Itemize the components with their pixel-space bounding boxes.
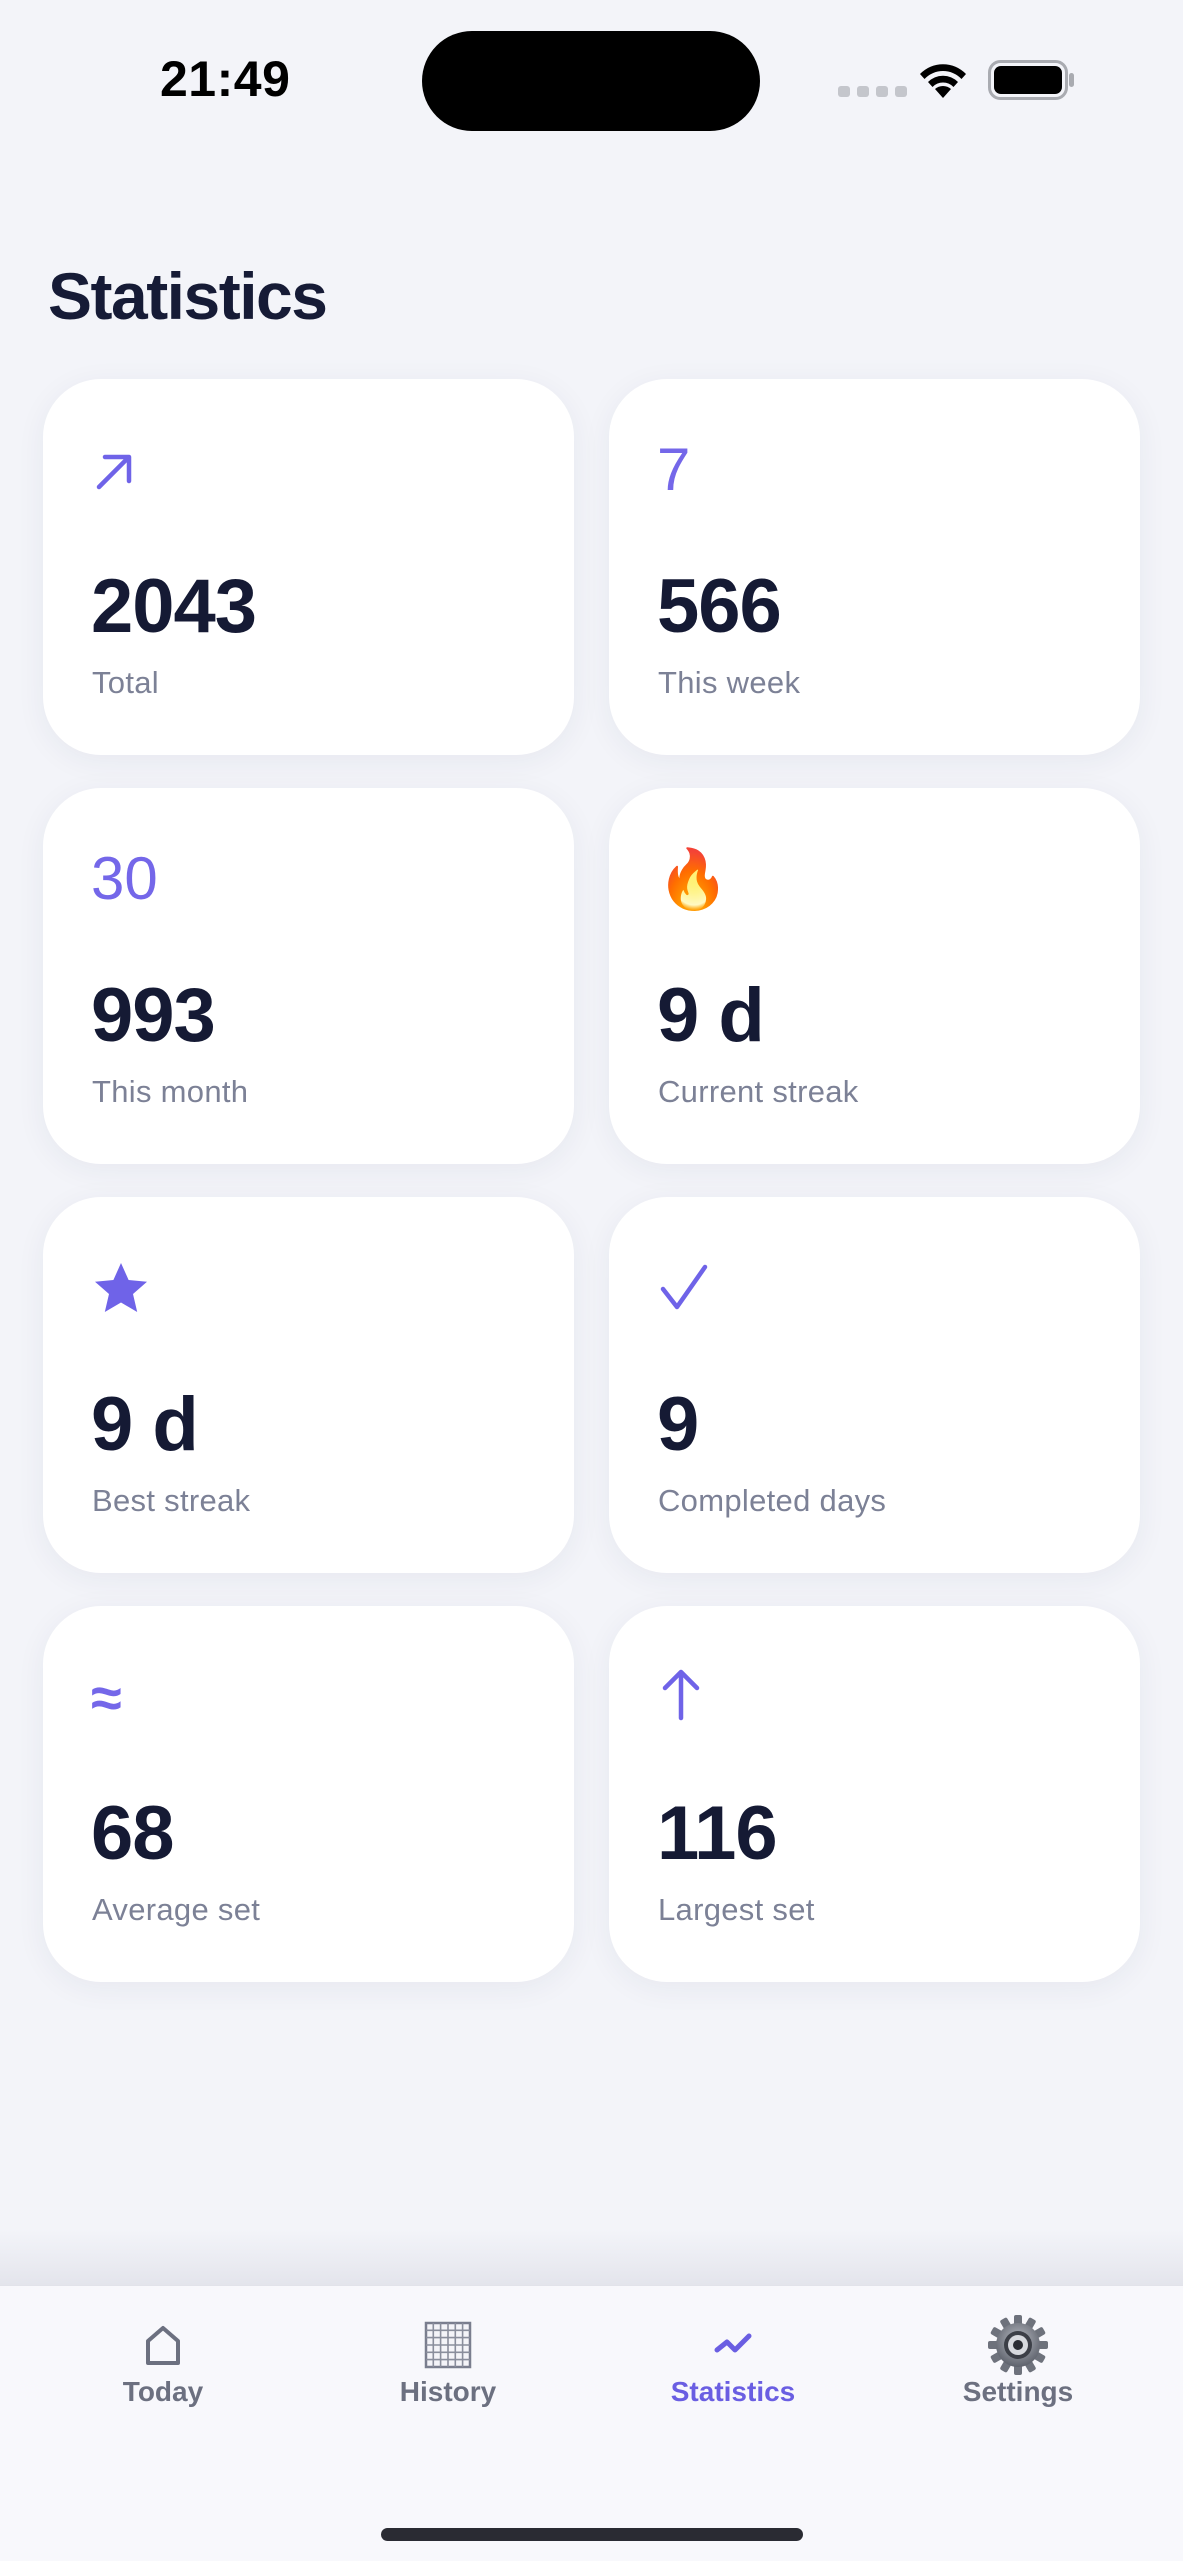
tab-label: History <box>399 2376 497 2407</box>
stat-card-total: 2043 Total <box>43 379 574 755</box>
star-icon <box>91 1255 157 1321</box>
stat-value: 9 <box>657 1382 699 1467</box>
stat-card-completed-days: 9 Completed days <box>609 1197 1140 1573</box>
battery-icon <box>988 60 1074 100</box>
tab-bar-shadow <box>0 2230 1183 2285</box>
tab-label: Statistics <box>670 2376 796 2407</box>
approx-symbol: ≈ <box>91 1666 122 1729</box>
approx-icon: ≈ <box>91 1664 157 1730</box>
stat-value: 68 <box>91 1791 175 1876</box>
status-time: 21:49 <box>160 51 291 107</box>
stat-label: Average set <box>92 1892 261 1927</box>
stat-card-this-week: 7 566 This week <box>609 379 1140 755</box>
stat-value: 9 d <box>657 973 765 1058</box>
stat-label: This week <box>658 665 801 700</box>
checkmark-icon <box>657 1255 723 1321</box>
stat-label: Total <box>92 665 159 700</box>
gear-icon <box>985 2314 1051 2376</box>
week-number-text: 7 <box>657 436 691 503</box>
stat-card-current-streak: 🔥 9 d Current streak <box>609 788 1140 1164</box>
tab-bar: Today History Statistics Settings <box>0 2285 1183 2561</box>
stat-label: Completed days <box>658 1483 887 1518</box>
status-bar: 21:49 <box>0 0 1183 160</box>
home-icon <box>130 2314 196 2376</box>
home-indicator[interactable] <box>381 2528 803 2541</box>
stat-card-largest-set: 116 Largest set <box>609 1606 1140 1982</box>
wifi-icon <box>920 64 966 98</box>
month-number-text: 30 <box>91 845 158 912</box>
stat-value: 993 <box>91 973 216 1058</box>
stat-value: 566 <box>657 564 782 649</box>
tab-label: Settings <box>962 2376 1074 2407</box>
fire-icon: 🔥 <box>657 846 729 912</box>
month-number-icon: 30 <box>91 846 211 912</box>
statistics-icon <box>700 2314 766 2376</box>
arrow-up-icon <box>657 1664 723 1730</box>
arrow-up-right-icon <box>91 437 157 503</box>
week-number-icon: 7 <box>657 437 723 503</box>
grid-calendar-icon <box>415 2314 481 2376</box>
stat-card-average-set: ≈ 68 Average set <box>43 1606 574 1982</box>
stat-label: Best streak <box>92 1483 251 1518</box>
stat-value: 9 d <box>91 1382 199 1467</box>
tab-label: Today <box>122 2376 204 2407</box>
fire-emoji: 🔥 <box>657 847 730 912</box>
stat-card-best-streak: 9 d Best streak <box>43 1197 574 1573</box>
stat-label: Current streak <box>658 1074 859 1109</box>
cellular-signal-icon <box>838 86 907 97</box>
stat-value: 2043 <box>91 564 257 649</box>
stat-card-this-month: 30 993 This month <box>43 788 574 1164</box>
stat-value: 116 <box>657 1791 778 1876</box>
stat-grid: 2043 Total 7 566 This week 30 993 This m… <box>43 379 1140 1982</box>
stat-label: Largest set <box>658 1892 815 1927</box>
stat-label: This month <box>92 1074 249 1109</box>
dynamic-island <box>422 31 760 131</box>
page-title: Statistics <box>48 259 328 333</box>
